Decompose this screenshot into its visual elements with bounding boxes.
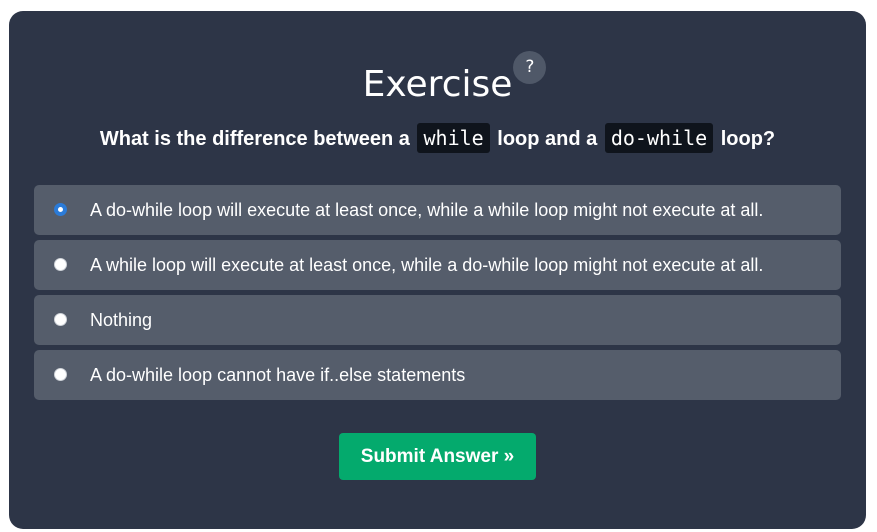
title-row: Exercise ? — [9, 51, 866, 105]
answer-option-label: A while loop will execute at least once,… — [90, 255, 764, 275]
answer-option-2[interactable]: A while loop will execute at least once,… — [34, 240, 841, 290]
question-part-1: What is the difference between a — [99, 128, 410, 150]
exercise-card: Exercise ? What is the difference betwee… — [9, 11, 866, 529]
answer-option-1[interactable]: A do-while loop will execute at least on… — [34, 185, 841, 235]
code-while: while — [417, 123, 490, 153]
answer-option-3[interactable]: Nothing — [34, 295, 841, 345]
answer-option-label: A do-while loop will execute at least on… — [90, 200, 764, 220]
exercise-title-text: Exercise — [362, 64, 513, 105]
answer-option-4[interactable]: A do-while loop cannot have if..else sta… — [34, 350, 841, 400]
radio-button-selected[interactable] — [54, 203, 67, 216]
exercise-title: Exercise ? — [362, 51, 547, 105]
code-do-while: do-while — [604, 123, 714, 153]
answer-options: A do-while loop will execute at least on… — [34, 185, 841, 405]
answer-option-label: A do-while loop cannot have if..else sta… — [90, 365, 466, 385]
radio-button[interactable] — [54, 258, 67, 271]
answer-option-label: Nothing — [90, 310, 153, 330]
submit-answer-button[interactable]: Submit Answer » — [339, 433, 536, 480]
question-text: What is the difference between a while l… — [9, 123, 866, 154]
help-icon[interactable]: ? — [513, 51, 547, 84]
radio-button[interactable] — [54, 313, 67, 326]
question-part-3: loop? — [720, 128, 776, 150]
question-part-2: loop and a — [497, 128, 598, 150]
radio-button[interactable] — [54, 368, 67, 381]
